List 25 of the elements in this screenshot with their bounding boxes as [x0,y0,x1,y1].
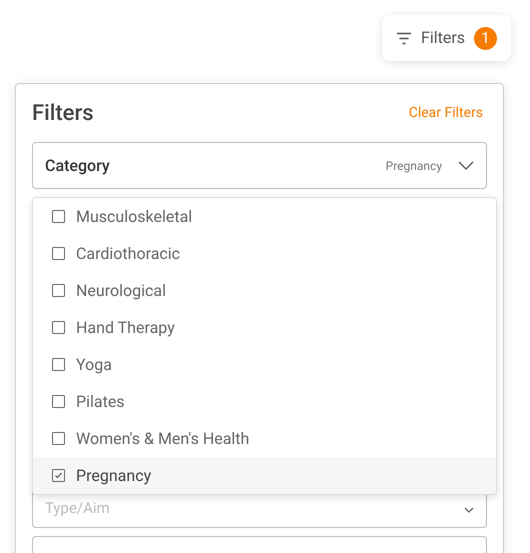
checkbox[interactable] [52,395,65,408]
checkbox[interactable] [52,247,65,260]
category-option[interactable]: Hand Therapy [33,309,496,346]
chevron-icon [458,161,474,170]
count-badge: 1 [474,26,497,50]
category-option[interactable]: Pilates [33,383,496,420]
category-option[interactable]: Neurological [33,272,496,309]
filter-icon [396,32,412,44]
checkbox[interactable] [52,469,65,482]
checkbox[interactable] [52,358,65,371]
select-label: Category [45,154,111,176]
checkbox[interactable] [52,321,65,334]
checkbox[interactable] [52,210,65,223]
category-option[interactable]: Musculoskeletal [33,198,496,235]
category-option[interactable]: Cardiothoracic [33,235,496,272]
category-option[interactable]: Women's & Men's Health [33,420,496,457]
category-select[interactable]: Category Pregnancy [32,142,487,189]
checkbox[interactable] [52,284,65,297]
filters-button[interactable]: Filters 1 [382,15,511,61]
chevron-icon [464,507,474,513]
checkbox[interactable] [52,432,65,445]
category-option[interactable]: Yoga [33,346,496,383]
select-placeholder: Type/Aim [45,498,111,518]
panel-title: Filters [32,100,94,128]
select-value: Pregnancy [386,158,442,174]
